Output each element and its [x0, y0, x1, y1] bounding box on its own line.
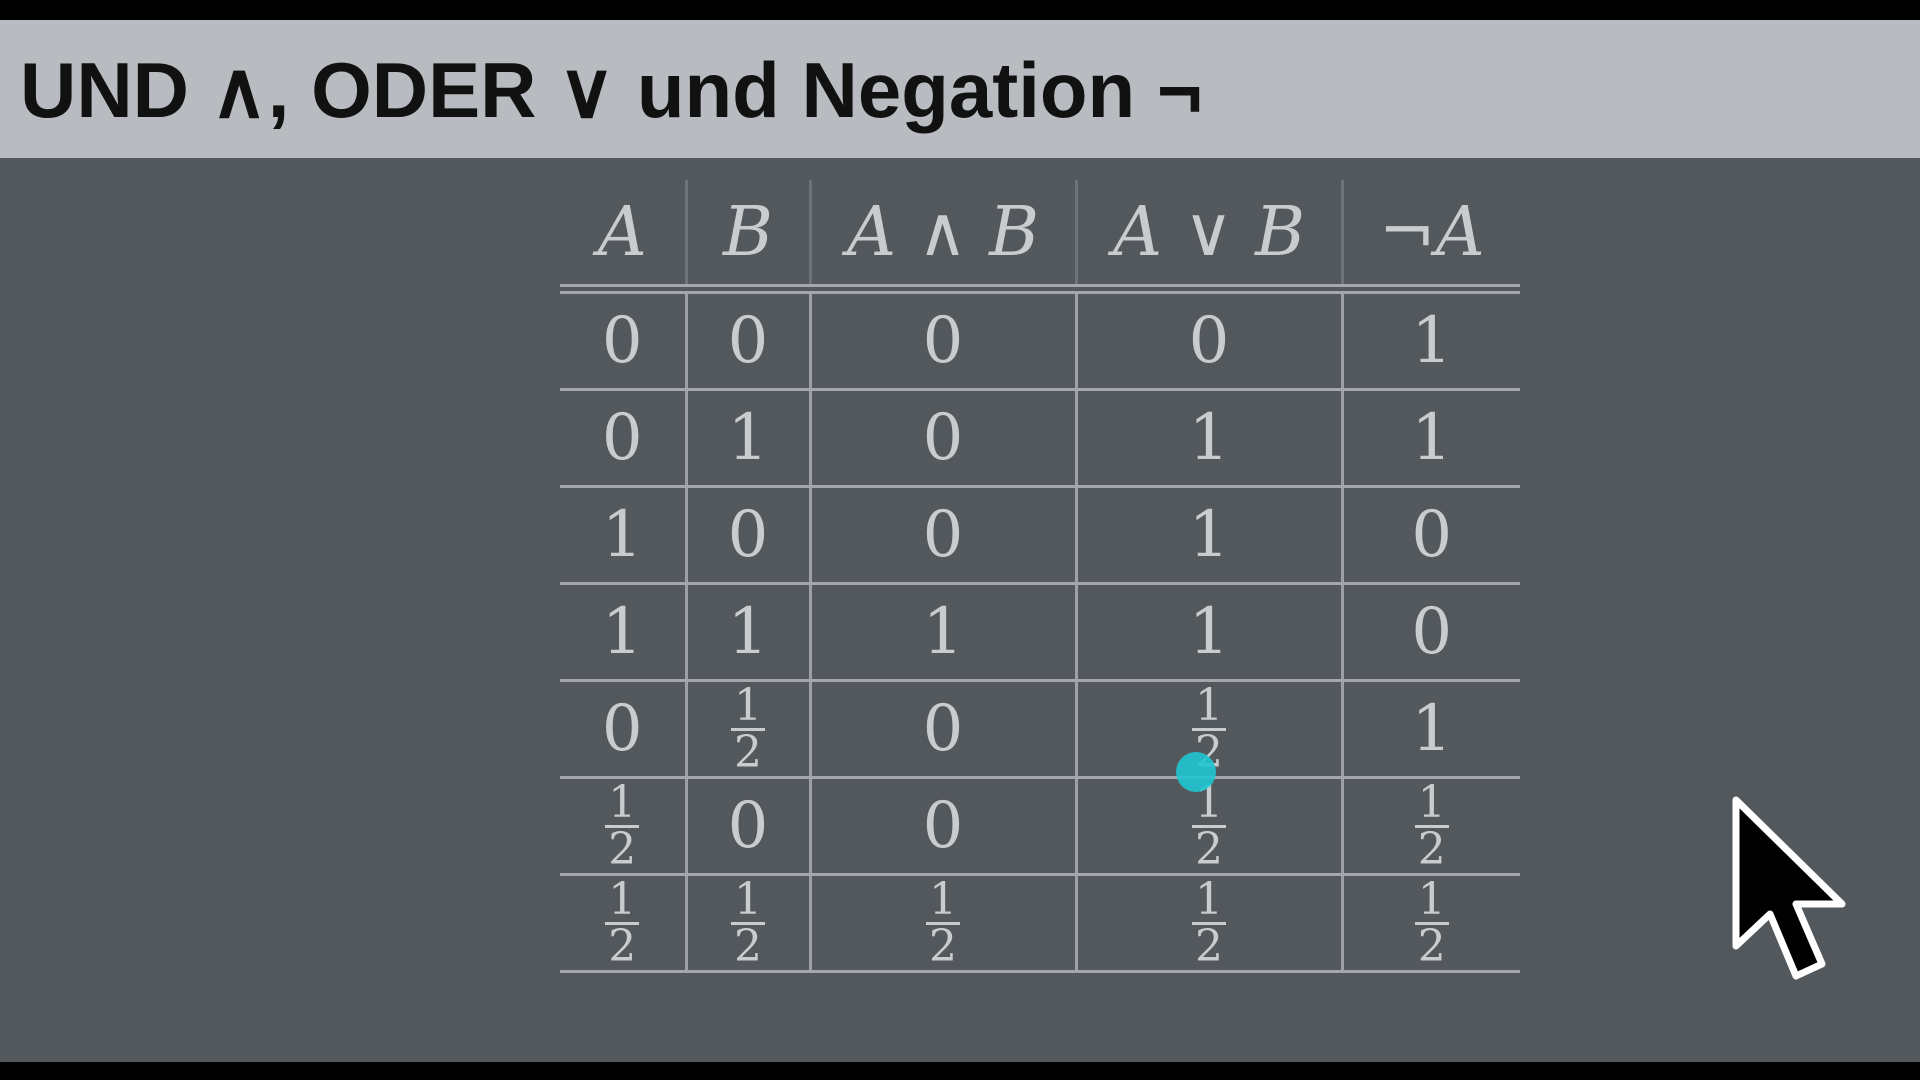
slide-title: UND ∧, ODER ∨ und Negation ¬ [20, 46, 1203, 134]
screen: UND ∧, ODER ∨ und Negation ¬ ABA ∧ BA ∨ … [0, 0, 1920, 1080]
table-cell: 12 [1074, 777, 1342, 876]
table-cell: 1 [1074, 583, 1342, 682]
table-cell: 0 [1340, 486, 1520, 585]
title-bar: UND ∧, ODER ∨ und Negation ¬ [0, 20, 1920, 158]
fraction: 12 [1191, 877, 1227, 969]
column-header: A ∧ B [808, 180, 1076, 294]
table-cell: 0 [684, 486, 810, 585]
table-cell: 12 [808, 874, 1076, 973]
table-row: 12 12 12 12 12 [560, 874, 1520, 973]
table-cell: 0 [808, 680, 1076, 779]
table-cell: 12 [684, 680, 810, 779]
table-cell: 1 [1074, 389, 1342, 488]
mouse-pointer-icon [1732, 796, 1846, 980]
table-cell: 0 [684, 289, 810, 391]
column-header: A ∨ B [1074, 180, 1342, 294]
table-cell: 1 [560, 583, 686, 682]
table-cell: 1 [1340, 680, 1520, 779]
table-row: 12 00 12 12 [560, 777, 1520, 876]
click-indicator-icon [1176, 752, 1216, 792]
truth-table-container: ABA ∧ BA ∨ B ¬A 0000101011100101111001201… [560, 180, 1520, 973]
fraction: 12 [1191, 780, 1227, 872]
fraction: 12 [730, 877, 766, 969]
table-cell: 1 [808, 583, 1076, 682]
column-header: ¬A [1340, 180, 1520, 294]
slide-content: ABA ∧ BA ∨ B ¬A 0000101011100101111001201… [0, 158, 1920, 1062]
table-cell: 0 [808, 777, 1076, 876]
table-header-row: ABA ∧ BA ∨ B ¬A [560, 180, 1520, 294]
column-header: B [684, 180, 810, 294]
fraction: 12 [1414, 877, 1450, 969]
table-body: 0000101011100101111001201211200121212121… [560, 289, 1520, 973]
table-cell: 0 [1340, 583, 1520, 682]
table-cell: 0 [808, 486, 1076, 585]
table-cell: 12 [684, 874, 810, 973]
table-cell: 0 [560, 389, 686, 488]
table-row: 01011 [560, 389, 1520, 488]
table-cell: 12 [1340, 874, 1520, 973]
table-cell: 1 [1074, 486, 1342, 585]
table-cell: 0 [560, 289, 686, 391]
fraction: 12 [925, 877, 961, 969]
fraction: 12 [730, 683, 766, 775]
table-cell: 0 [560, 680, 686, 779]
table-row: 0120121 [560, 680, 1520, 779]
table-cell: 12 [1074, 874, 1342, 973]
table-cell: 1 [684, 389, 810, 488]
fraction: 12 [1414, 780, 1450, 872]
table-cell: 0 [1074, 289, 1342, 391]
table-cell: 1 [560, 486, 686, 585]
table-row: 10010 [560, 486, 1520, 585]
fraction: 12 [604, 780, 640, 872]
table-cell: 0 [684, 777, 810, 876]
table-cell: 1 [1340, 289, 1520, 391]
table-cell: 12 [1340, 777, 1520, 876]
truth-table: ABA ∧ BA ∨ B ¬A 0000101011100101111001201… [560, 180, 1520, 973]
table-cell: 1 [684, 583, 810, 682]
table-row: 00001 [560, 289, 1520, 391]
bottom-bar [0, 1062, 1920, 1080]
column-header: A [560, 180, 686, 294]
table-cell: 0 [808, 389, 1076, 488]
table-cell: 12 [560, 874, 686, 973]
table-cell: 1 [1340, 389, 1520, 488]
table-row: 11110 [560, 583, 1520, 682]
fraction: 12 [604, 877, 640, 969]
table-cell: 12 [560, 777, 686, 876]
table-cell: 0 [808, 289, 1076, 391]
